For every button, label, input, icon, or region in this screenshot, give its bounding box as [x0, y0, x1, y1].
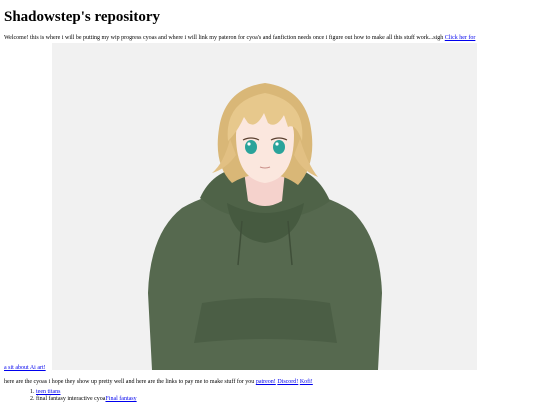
final-fantasy-link[interactable]: Final fantasy: [105, 396, 136, 402]
ai-art-link[interactable]: Click her for: [445, 35, 476, 41]
kofi-link[interactable]: Kofi!: [300, 379, 313, 385]
ai-art-link-continued: a sit about Ai art!: [4, 364, 46, 372]
page-title: Shadowstep's repository: [4, 9, 160, 25]
hero-image: [52, 43, 477, 370]
discord-link[interactable]: Discord!: [277, 379, 298, 385]
ai-art-link-2[interactable]: a sit about Ai art!: [4, 365, 46, 371]
intro-text: Welcome! this is where i will be putting…: [4, 35, 445, 41]
support-text: here are the cyoas i hope they show up p…: [4, 379, 256, 385]
list-item: final fantasy interactive cyoaFinal fant…: [36, 396, 137, 403]
character-illustration: [148, 83, 382, 370]
teen-titans-link[interactable]: teen titans: [36, 389, 61, 395]
cyoa-list: teen titans final fantasy interactive cy…: [22, 389, 137, 403]
intro-paragraph: Welcome! this is where i will be putting…: [4, 34, 540, 42]
list-item: teen titans: [36, 389, 137, 396]
support-paragraph: here are the cyoas i hope they show up p…: [4, 378, 313, 386]
final-fantasy-label: final fantasy interactive cyoa: [36, 396, 106, 402]
patreon-link[interactable]: patreon!: [256, 379, 276, 385]
